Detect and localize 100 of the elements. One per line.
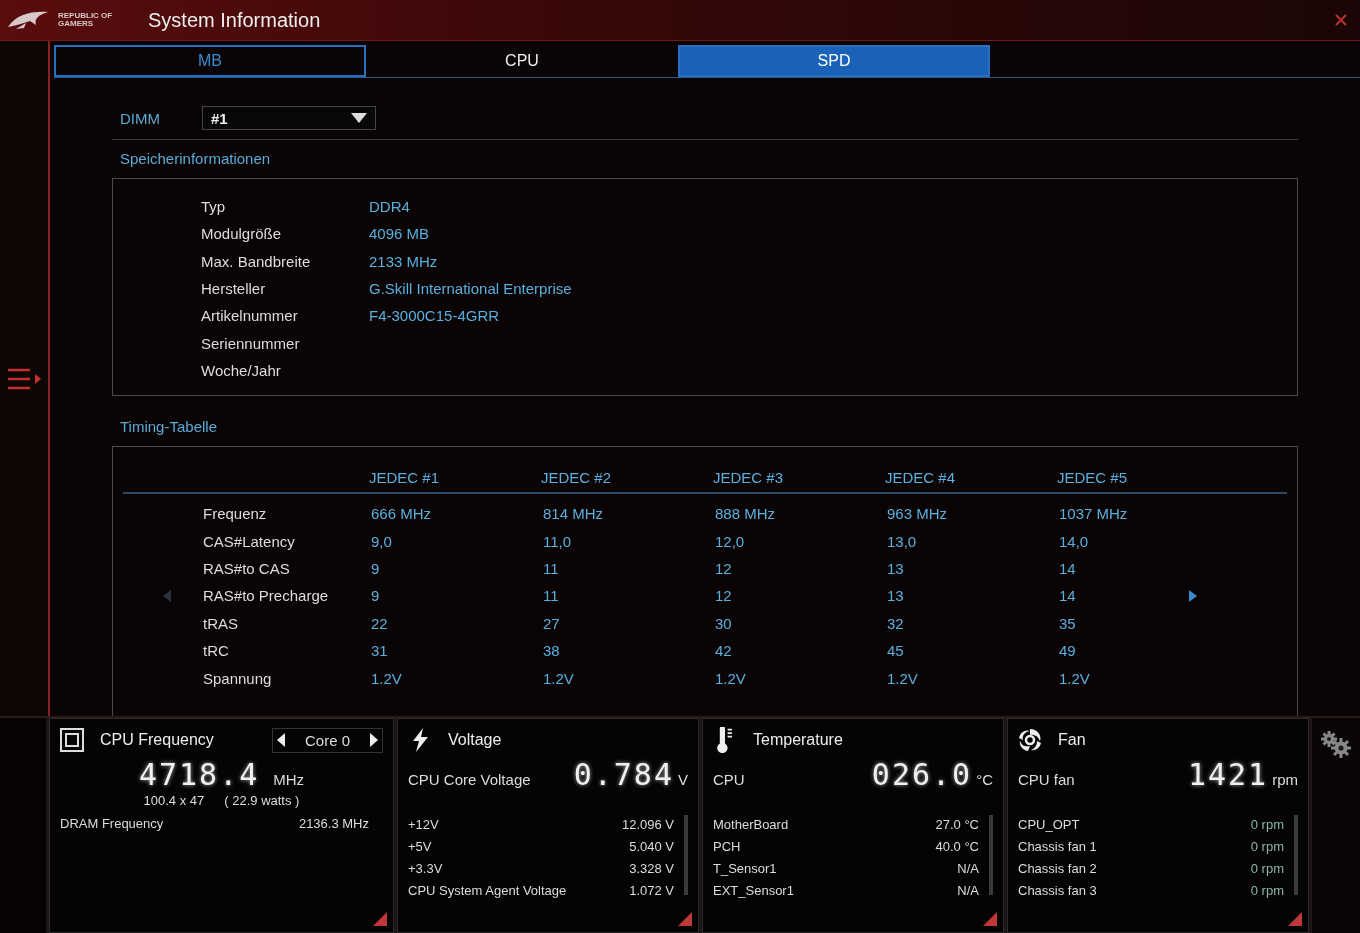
table-cell-text: 14,0 — [1059, 532, 1090, 550]
panel-title: Temperature — [753, 731, 843, 749]
sensor-label: Chassis fan 2 — [1018, 860, 1097, 876]
sensor-value: 0 rpm — [1250, 860, 1284, 876]
dimm-dropdown[interactable]: #1 — [202, 106, 376, 130]
column-header: JEDEC #3 — [713, 469, 785, 486]
sensor-label: CPU System Agent Voltage — [408, 882, 567, 898]
sensor-value: 2136.3 MHz — [298, 815, 369, 831]
close-icon[interactable] — [1334, 13, 1348, 27]
power-text: ( 22.9 watts ) — [224, 793, 300, 808]
table-cell-text: 32 — [887, 614, 905, 632]
sensor-label: CPU Core Voltage — [408, 771, 532, 788]
tab[interactable]: MB — [54, 45, 366, 77]
tab[interactable]: SPD — [678, 45, 990, 77]
corner-icon[interactable] — [983, 912, 997, 926]
field-value: G.Skill International Enterprise — [369, 280, 572, 298]
logo-icon — [6, 9, 50, 31]
big-reading: 1421 — [1187, 757, 1269, 792]
table-cell-text: 1037 MHz — [1059, 505, 1129, 523]
column-header: JEDEC #4 — [885, 469, 957, 486]
sensor-label: CPU — [713, 771, 746, 788]
sensor-label: DRAM Frequency — [60, 815, 164, 831]
field-label: Modulgröße — [201, 225, 283, 243]
sensor-value: N/A — [957, 882, 979, 898]
sensor-value: 27.0 °C — [935, 816, 979, 832]
left-arrow-icon[interactable] — [276, 733, 285, 747]
column-header: JEDEC #5 — [1057, 469, 1129, 486]
field-label: Woche/Jahr — [201, 361, 282, 379]
scrollbar[interactable] — [1294, 815, 1298, 895]
table-cell-text: 1.2V — [543, 669, 575, 687]
row-label: CAS#Latency — [203, 532, 296, 550]
table-cell-text: 49 — [1059, 642, 1077, 660]
unit-label: rpm — [1272, 771, 1298, 788]
panel-title: CPU Frequency — [100, 731, 214, 749]
dimm-label: DIMM — [120, 109, 160, 127]
section-title: Speicherinformationen — [119, 150, 272, 167]
field-label: Artikelnummer — [201, 307, 299, 325]
field-value: 2133 MHz — [369, 252, 438, 270]
unit-label: °C — [976, 771, 993, 788]
row-label: tRC — [203, 642, 230, 660]
tab[interactable]: CPU — [366, 45, 678, 77]
table-cell-text: 45 — [887, 642, 905, 660]
field-value: F4-3000C15-4GRR — [369, 307, 500, 325]
sensor-label: CPU fan — [1018, 771, 1076, 788]
table-cell-text: 22 — [371, 614, 389, 632]
sensor-value: 3.328 V — [629, 860, 674, 876]
table-cell-text: 13,0 — [887, 532, 918, 550]
sensor-value: 5.040 V — [629, 838, 674, 854]
row-label: Spannung — [203, 669, 273, 687]
big-reading: 026.0 — [871, 757, 973, 792]
sensor-value: 1.072 V — [629, 882, 674, 898]
big-reading: 4718.4 — [138, 757, 260, 792]
right-arrow-icon[interactable] — [370, 733, 378, 747]
field-label: Max. Bandbreite — [201, 252, 312, 270]
settings-icon[interactable] — [1320, 730, 1352, 758]
corner-icon[interactable] — [678, 912, 692, 926]
table-cell-text: 31 — [371, 642, 389, 660]
section-title: Timing-Tabelle — [119, 418, 218, 435]
sensor-label: T_Sensor1 — [713, 860, 777, 876]
column-header: JEDEC #2 — [541, 469, 613, 486]
table-cell-text: 9 — [371, 587, 381, 605]
field-label: Typ — [201, 198, 227, 216]
scrollbar[interactable] — [989, 815, 993, 895]
table-cell-text: 9,0 — [371, 532, 393, 550]
sensor-label: EXT_Sensor1 — [713, 882, 794, 898]
scrollbar[interactable] — [684, 815, 688, 895]
sensor-value: 0 rpm — [1250, 838, 1284, 854]
sensor-value: 12.096 V — [621, 816, 674, 832]
field-value: DDR4 — [369, 198, 410, 216]
table-cell-text: 1.2V — [371, 669, 403, 687]
table-cell-text: 13 — [887, 559, 905, 577]
fan-icon — [1018, 727, 1042, 753]
sensor-value: 0 rpm — [1250, 816, 1284, 832]
row-label: RAS#to Precharge — [203, 587, 330, 605]
multiplier-text: 100.4 x 47 — [143, 793, 205, 808]
table-cell-text: 12 — [715, 587, 733, 605]
chip-icon — [60, 727, 84, 753]
corner-icon[interactable] — [373, 912, 387, 926]
table-cell-text: 38 — [543, 642, 561, 660]
sensor-value: 0 rpm — [1250, 882, 1284, 898]
menu-icon[interactable] — [6, 366, 42, 391]
sensor-label: Chassis fan 3 — [1018, 882, 1097, 898]
sensor-value: 40.0 °C — [935, 838, 979, 854]
table-cell-text: 11 — [543, 587, 560, 605]
table-cell-text: 1.2V — [1059, 669, 1091, 687]
table-cell-text: 11,0 — [543, 532, 573, 550]
window-title: System Information — [148, 8, 321, 32]
brand-text: REPUBLIC OF GAMERS — [58, 12, 114, 28]
corner-icon[interactable] — [1288, 912, 1302, 926]
column-header: JEDEC #1 — [369, 469, 441, 486]
table-cell-text: 1.2V — [715, 669, 747, 687]
table-cell-text: 9 — [371, 559, 381, 577]
table-cell-text: 14 — [1059, 559, 1077, 577]
table-cell-text: 42 — [715, 642, 733, 660]
table-cell-text: 30 — [715, 614, 733, 632]
sensor-label: PCH — [713, 838, 741, 854]
core-selector[interactable]: Core 0 — [271, 727, 383, 753]
table-cell-text: 666 MHz — [371, 505, 433, 523]
table-cell-text: 12 — [715, 559, 733, 577]
sensor-label: CPU_OPT — [1018, 816, 1080, 832]
